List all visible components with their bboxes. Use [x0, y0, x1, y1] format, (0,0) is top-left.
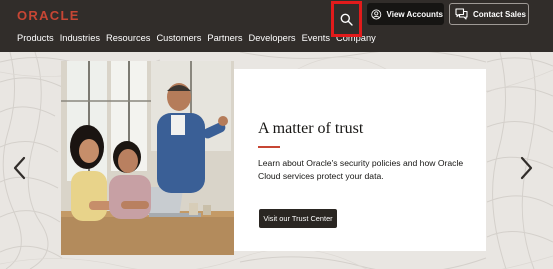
main-nav: Products Industries Resources Customers …: [17, 31, 376, 45]
search-icon: [340, 13, 353, 26]
contact-sales-button[interactable]: Contact Sales: [449, 3, 529, 25]
view-accounts-button[interactable]: View Accounts: [367, 3, 444, 25]
next-slide-arrow[interactable]: [517, 155, 535, 181]
nav-item-partners[interactable]: Partners: [207, 31, 242, 45]
contact-sales-label: Contact Sales: [473, 9, 526, 19]
nav-item-developers[interactable]: Developers: [249, 31, 296, 45]
hero-card: A matter of trust Learn about Oracle's s…: [234, 69, 486, 251]
nav-item-industries[interactable]: Industries: [60, 31, 100, 45]
previous-slide-arrow[interactable]: [11, 155, 29, 181]
title-divider: [258, 146, 280, 148]
hero-image: [61, 61, 234, 255]
search-button[interactable]: [337, 7, 356, 31]
site-header: ORACLE Products Industries Resources Cus…: [0, 0, 553, 52]
chat-icon: [455, 8, 468, 20]
nav-item-products[interactable]: Products: [17, 31, 54, 45]
search-highlight: [331, 1, 362, 37]
nav-item-resources[interactable]: Resources: [106, 31, 150, 45]
hero-title: A matter of trust: [258, 120, 364, 137]
nav-item-events[interactable]: Events: [302, 31, 330, 45]
account-icon: [371, 9, 382, 19]
visit-trust-center-button[interactable]: Visit our Trust Center: [259, 209, 337, 228]
oracle-logo[interactable]: ORACLE: [17, 8, 80, 23]
hero-carousel: A matter of trust Learn about Oracle's s…: [0, 52, 553, 269]
hero-description: Learn about Oracle's security policies a…: [258, 158, 464, 181]
view-accounts-label: View Accounts: [386, 9, 443, 19]
nav-item-customers[interactable]: Customers: [156, 31, 201, 45]
